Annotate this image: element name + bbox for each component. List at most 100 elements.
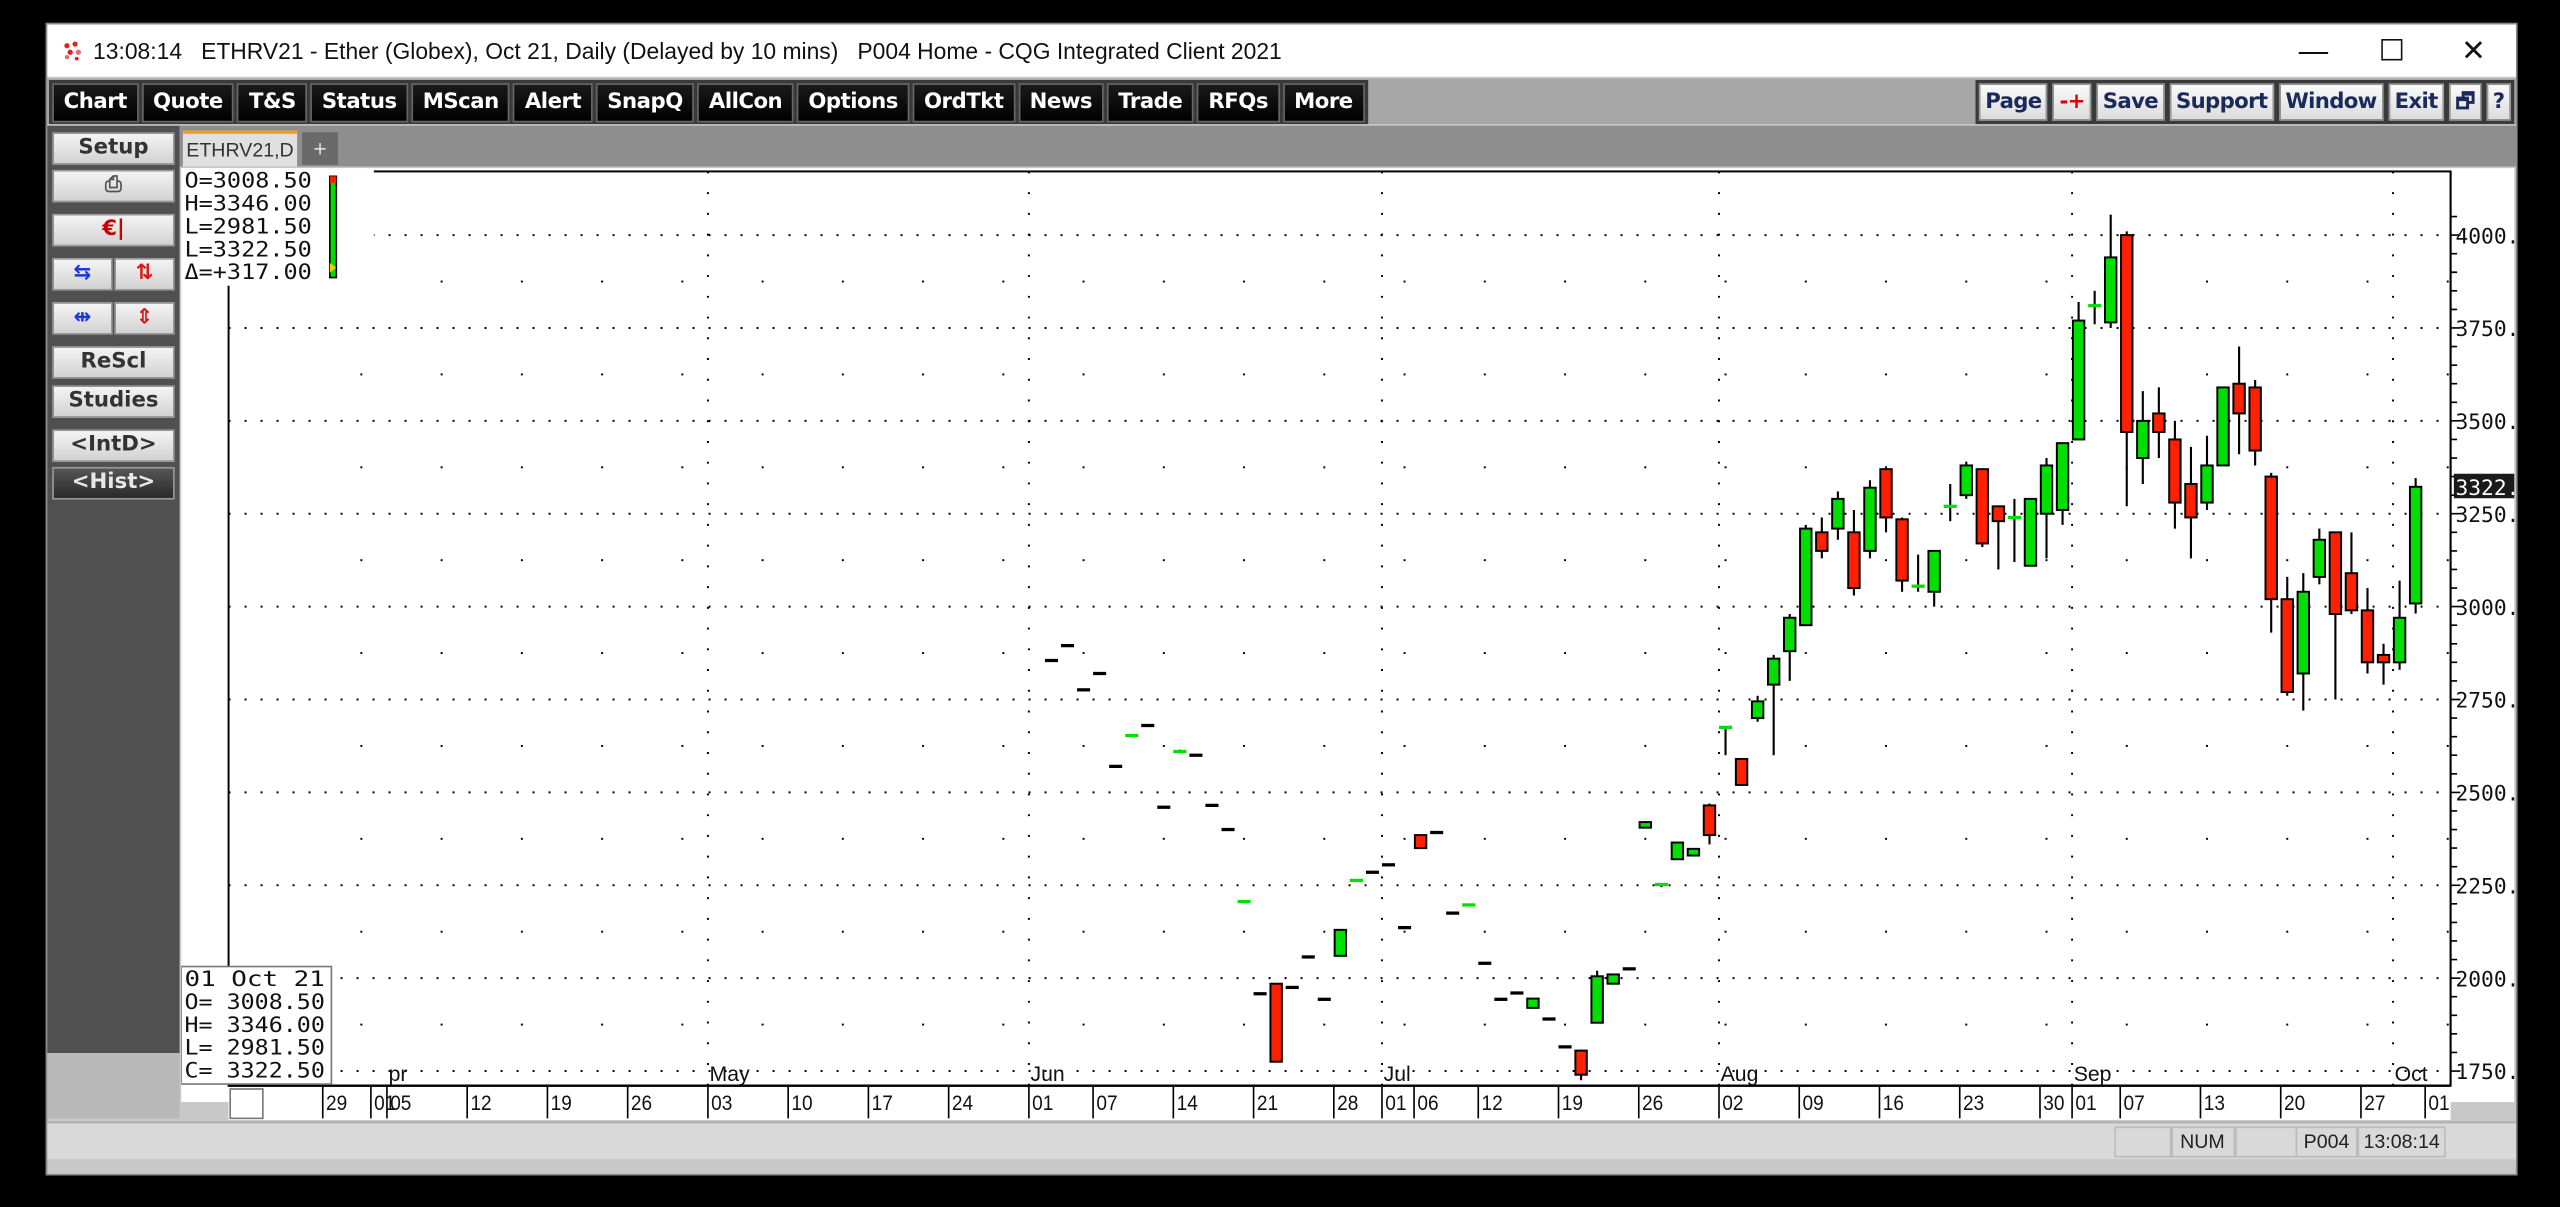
- candle[interactable]: [1750, 695, 1765, 722]
- candle[interactable]: [1446, 911, 1460, 915]
- candle[interactable]: [1253, 992, 1267, 996]
- candle[interactable]: [1430, 830, 1444, 835]
- candle[interactable]: [2344, 532, 2359, 615]
- studies-button[interactable]: Studies: [52, 385, 175, 418]
- candle[interactable]: [2200, 435, 2214, 511]
- candle[interactable]: [1413, 834, 1428, 850]
- historical-button[interactable]: <Hist>: [52, 466, 175, 500]
- menu-quote-button[interactable]: Quote: [141, 82, 235, 122]
- candle[interactable]: [1863, 480, 1877, 559]
- candle[interactable]: [2376, 643, 2391, 685]
- candle[interactable]: [1943, 484, 1957, 522]
- candle[interactable]: [1237, 899, 1251, 904]
- candle[interactable]: [1189, 753, 1203, 757]
- candle[interactable]: [1815, 517, 1829, 559]
- page-button[interactable]: Page: [1978, 83, 2049, 121]
- candle[interactable]: [1799, 524, 1813, 627]
- help-button[interactable]: ?: [2486, 83, 2512, 121]
- candle[interactable]: [2136, 391, 2150, 485]
- candle[interactable]: [1638, 821, 1652, 829]
- candle[interactable]: [1221, 827, 1235, 832]
- menu-rfqs-button[interactable]: RFQs: [1196, 82, 1280, 122]
- candle[interactable]: [1959, 461, 1973, 499]
- cqg-link-button[interactable]: €|: [52, 213, 175, 247]
- zoom-toggle-button[interactable]: -+: [2052, 83, 2092, 121]
- candle[interactable]: [1991, 505, 2006, 570]
- maximize-button[interactable]: ☐: [2354, 31, 2429, 70]
- candle[interactable]: [2216, 386, 2230, 467]
- print-button[interactable]: ⎙: [52, 169, 175, 203]
- menu-mscan-button[interactable]: MScan: [411, 82, 511, 122]
- candle[interactable]: [1911, 554, 1925, 592]
- candle[interactable]: [1157, 805, 1171, 809]
- close-button[interactable]: ✕: [2436, 31, 2511, 70]
- candle[interactable]: [1301, 955, 1315, 959]
- intraday-button[interactable]: <IntD>: [52, 429, 175, 463]
- candle[interactable]: [1462, 903, 1476, 907]
- candle[interactable]: [1494, 997, 1508, 1001]
- candle[interactable]: [2023, 497, 2038, 567]
- candle[interactable]: [1702, 803, 1717, 845]
- candle[interactable]: [2120, 231, 2134, 507]
- candle[interactable]: [1670, 841, 1685, 861]
- candle[interactable]: [1317, 997, 1331, 1001]
- candle[interactable]: [1734, 757, 1749, 786]
- candle[interactable]: [2039, 458, 2054, 559]
- menu-allcon-button[interactable]: AllCon: [697, 82, 794, 122]
- rescale-button[interactable]: ReScl: [52, 346, 175, 379]
- save-button[interactable]: Save: [2096, 83, 2165, 121]
- candle[interactable]: [2184, 446, 2198, 559]
- candle[interactable]: [1542, 1017, 1556, 1021]
- candle[interactable]: [2296, 573, 2310, 711]
- restore-button[interactable]: 🗗: [2449, 83, 2482, 121]
- menu-more-button[interactable]: More: [1282, 82, 1365, 122]
- scroll-horizontal-button[interactable]: ⇆: [52, 257, 113, 291]
- candle[interactable]: [1847, 510, 1861, 596]
- candle[interactable]: [2071, 301, 2086, 441]
- candle[interactable]: [1044, 658, 1059, 663]
- minimize-button[interactable]: —: [2276, 31, 2351, 70]
- window-button[interactable]: Window: [2278, 83, 2384, 121]
- candle[interactable]: [1109, 764, 1123, 769]
- menu-status-button[interactable]: Status: [310, 82, 409, 122]
- candle[interactable]: [1173, 749, 1187, 754]
- candle[interactable]: [2088, 290, 2102, 325]
- exit-button[interactable]: Exit: [2388, 83, 2445, 121]
- candle[interactable]: [1349, 878, 1363, 883]
- candle[interactable]: [1895, 517, 1909, 592]
- price-chart[interactable]: 1750.00 2000.00 2250.00 2500.00 2750.00 3000.…: [181, 168, 2515, 1120]
- menu-ts-button[interactable]: T&S: [237, 82, 308, 122]
- candle[interactable]: [1510, 991, 1524, 995]
- candle[interactable]: [1622, 967, 1636, 971]
- menu-snapq-button[interactable]: SnapQ: [595, 82, 695, 122]
- candle[interactable]: [1831, 491, 1845, 540]
- candle[interactable]: [1141, 723, 1155, 728]
- candle[interactable]: [1606, 973, 1620, 985]
- candle[interactable]: [1381, 863, 1396, 867]
- candle[interactable]: [1060, 643, 1075, 648]
- candle[interactable]: [2232, 346, 2246, 455]
- candle[interactable]: [1077, 688, 1091, 692]
- candle[interactable]: [1975, 468, 1990, 548]
- candle[interactable]: [1478, 961, 1492, 965]
- candle[interactable]: [2280, 576, 2294, 696]
- candle[interactable]: [1719, 725, 1733, 756]
- candle[interactable]: [1558, 1045, 1572, 1049]
- candle[interactable]: [1783, 614, 1797, 681]
- add-tab-button[interactable]: +: [302, 132, 338, 165]
- menu-alert-button[interactable]: Alert: [513, 82, 593, 122]
- candle[interactable]: [1269, 982, 1283, 1063]
- candle[interactable]: [2104, 214, 2118, 328]
- candlestick-chart[interactable]: 1750.00 2000.00 2250.00 2500.00 2750.00 3000.…: [181, 168, 2515, 1121]
- candle[interactable]: [1927, 549, 1941, 607]
- candle[interactable]: [2248, 379, 2262, 466]
- candle[interactable]: [2055, 442, 2070, 525]
- candle[interactable]: [2360, 588, 2375, 674]
- candle[interactable]: [1285, 985, 1299, 990]
- scroll-vertical-button[interactable]: ⇅: [114, 257, 175, 291]
- setup-button[interactable]: Setup: [52, 132, 175, 165]
- compress-horizontal-button[interactable]: ⇹: [52, 302, 113, 335]
- candle[interactable]: [2168, 420, 2182, 529]
- candle[interactable]: [2408, 478, 2423, 614]
- candle[interactable]: [1526, 997, 1540, 1009]
